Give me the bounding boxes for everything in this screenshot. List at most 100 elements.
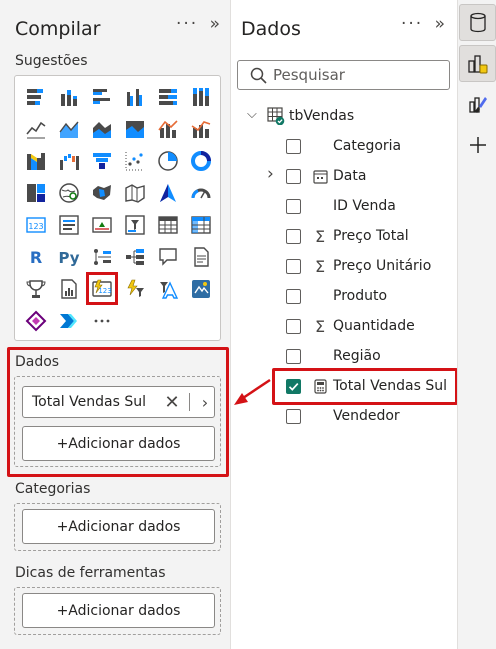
waterfall-chart-icon[interactable] xyxy=(55,146,83,175)
build-visual-icon[interactable] xyxy=(459,45,496,82)
line-chart-icon[interactable] xyxy=(22,114,50,143)
pie-chart-icon[interactable] xyxy=(154,146,182,175)
add-tooltips-button[interactable]: +Adicionar dados xyxy=(22,593,215,628)
field-item[interactable]: ID Venda xyxy=(231,191,457,221)
format-brush-icon[interactable] xyxy=(459,86,496,123)
copilot-icon[interactable] xyxy=(22,306,50,335)
field-checkbox[interactable] xyxy=(286,229,301,244)
svg-text:R: R xyxy=(30,248,42,267)
suggestions-label: Sugestões xyxy=(15,53,88,69)
field-label: ID Venda xyxy=(333,198,396,214)
qa-icon[interactable] xyxy=(154,242,182,271)
python-visual-icon[interactable]: Py xyxy=(55,242,83,271)
multi-row-card-icon[interactable] xyxy=(55,210,83,239)
chevron-down-icon[interactable]: ⌵ xyxy=(247,107,257,122)
100-stacked-bar-chart-icon[interactable] xyxy=(154,82,182,111)
paginated-report-icon[interactable] xyxy=(55,274,83,303)
field-item[interactable]: Σ Preço Unitário xyxy=(231,251,457,281)
100-stacked-area-chart-icon[interactable] xyxy=(121,114,149,143)
card-icon[interactable]: 123 xyxy=(22,210,50,239)
stacked-area-chart-icon[interactable] xyxy=(88,114,116,143)
ribbon-chart-icon[interactable] xyxy=(22,146,50,175)
table-icon[interactable] xyxy=(154,210,182,239)
tooltips-well-label: Dicas de ferramentas xyxy=(15,565,166,581)
key-influencers-icon[interactable] xyxy=(88,242,116,271)
line-clustered-column-chart-icon[interactable] xyxy=(154,114,182,143)
metrics-icon[interactable] xyxy=(22,274,50,303)
clustered-column-chart-icon[interactable] xyxy=(121,82,149,111)
map-icon[interactable] xyxy=(55,178,83,207)
data-pane-header-icons: ··· » xyxy=(401,14,447,34)
smart-narrative-icon[interactable] xyxy=(187,242,215,271)
add-icon[interactable] xyxy=(459,126,496,163)
more-options-icon[interactable]: ··· xyxy=(401,14,423,34)
field-checkbox[interactable] xyxy=(286,259,301,274)
data-cylinder-icon[interactable] xyxy=(459,4,496,41)
tooltips-well[interactable]: +Adicionar dados xyxy=(14,587,221,635)
field-item[interactable]: Σ Preço Total xyxy=(231,221,457,251)
treemap-icon[interactable] xyxy=(22,178,50,207)
power-apps-icon[interactable] xyxy=(154,274,182,303)
arcgis-map-icon[interactable] xyxy=(187,274,215,303)
clustered-bar-chart-icon[interactable] xyxy=(88,82,116,111)
matrix-icon[interactable] xyxy=(187,210,215,239)
funnel-chart-icon[interactable] xyxy=(88,146,116,175)
sigma-icon: Σ xyxy=(314,316,326,336)
calendar-icon xyxy=(311,167,329,185)
field-checkbox[interactable] xyxy=(286,139,301,154)
r-visual-icon[interactable]: R xyxy=(22,242,50,271)
search-box[interactable]: Pesquisar xyxy=(237,60,450,90)
sigma-icon: Σ xyxy=(314,226,326,246)
chevron-right-icon[interactable]: › xyxy=(267,164,274,184)
field-label: Categoria xyxy=(333,138,402,154)
power-automate-icon[interactable] xyxy=(121,274,149,303)
field-item[interactable]: Produto xyxy=(231,281,457,311)
field-checkbox[interactable] xyxy=(286,319,301,334)
more-options-icon[interactable]: ··· xyxy=(176,14,198,34)
visualizations-grid: 123 R Py 123 xyxy=(22,82,215,335)
shape-map-icon[interactable] xyxy=(121,178,149,207)
more-visuals-icon[interactable] xyxy=(88,306,116,335)
add-categories-button[interactable]: +Adicionar dados xyxy=(22,509,215,544)
field-item[interactable]: Categoria xyxy=(231,131,457,161)
power-bi-side-panes: Compilar ··· » Sugestões 123 R Py 123 Dados… xyxy=(0,0,496,649)
kpi-icon[interactable] xyxy=(88,210,116,239)
100-stacked-column-chart-icon[interactable] xyxy=(187,82,215,111)
sigma-icon: Σ xyxy=(314,256,326,276)
filled-map-icon[interactable] xyxy=(88,178,116,207)
line-stacked-column-chart-icon[interactable] xyxy=(187,114,215,143)
field-label: Data xyxy=(333,168,367,184)
table-node-tbvendas[interactable]: ⌵ tbVendas xyxy=(231,101,457,131)
scatter-chart-icon[interactable] xyxy=(121,146,149,175)
field-checkbox[interactable] xyxy=(286,349,301,364)
categories-well-label: Categorias xyxy=(15,481,91,497)
field-item[interactable]: › Data xyxy=(231,161,457,191)
collapse-pane-icon[interactable]: » xyxy=(210,14,222,34)
categories-well[interactable]: +Adicionar dados xyxy=(14,503,221,551)
card-new-icon[interactable]: 123 xyxy=(86,272,118,305)
decomposition-tree-icon[interactable] xyxy=(121,242,149,271)
field-checkbox[interactable] xyxy=(286,199,301,214)
svg-text:123: 123 xyxy=(28,222,43,231)
field-label: Vendedor xyxy=(333,408,400,424)
field-checkbox[interactable] xyxy=(286,289,301,304)
narrative-chevron-icon[interactable] xyxy=(55,306,83,335)
azure-map-icon[interactable] xyxy=(154,178,182,207)
table-icon xyxy=(267,107,285,129)
field-label: Região xyxy=(333,348,381,364)
field-item[interactable]: Σ Quantidade xyxy=(231,311,457,341)
collapse-pane-icon[interactable]: » xyxy=(435,14,447,34)
stacked-column-chart-icon[interactable] xyxy=(55,82,83,111)
area-chart-icon[interactable] xyxy=(55,114,83,143)
field-label: Preço Unitário xyxy=(333,258,432,274)
gauge-icon[interactable] xyxy=(187,178,215,207)
pane-switcher-rail xyxy=(457,0,496,649)
donut-chart-icon[interactable] xyxy=(187,146,215,175)
field-checkbox[interactable] xyxy=(286,409,301,424)
field-item[interactable]: Região xyxy=(231,341,457,371)
svg-text:123: 123 xyxy=(98,287,111,295)
slicer-icon[interactable] xyxy=(121,210,149,239)
search-placeholder: Pesquisar xyxy=(273,66,345,84)
stacked-bar-chart-icon[interactable] xyxy=(22,82,50,111)
field-checkbox[interactable] xyxy=(286,169,301,184)
